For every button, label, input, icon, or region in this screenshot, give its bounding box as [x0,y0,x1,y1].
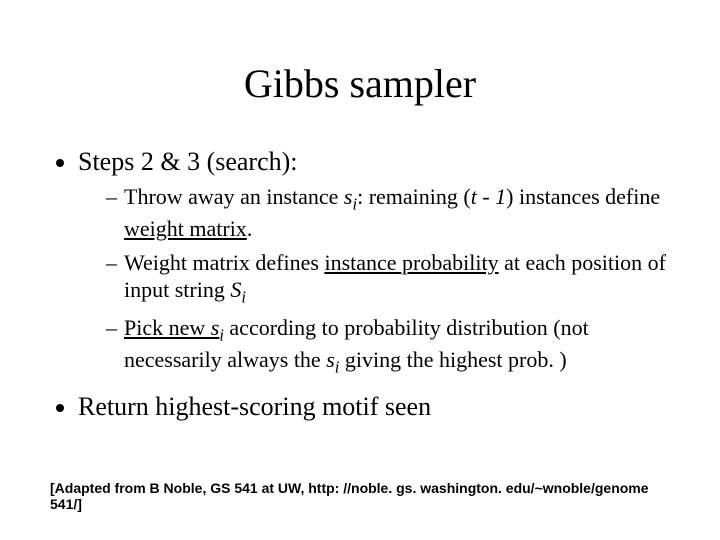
instance-probability: instance probability [324,250,498,275]
slide: Gibbs sampler Steps 2 & 3 (search): Thro… [0,0,720,540]
text: Pick new [124,315,211,340]
bullet-return-text: Return highest-scoring motif seen [78,392,431,421]
sub-bullet-list: Throw away an instance si: remaining (t … [78,183,670,378]
text: . [247,216,253,241]
text: ) instances define [506,184,660,209]
text: : remaining ( [357,184,471,209]
sub-bullet-weight: Weight matrix defines instance probabili… [106,249,670,309]
bullet-list: Steps 2 & 3 (search): Throw away an inst… [50,147,670,422]
sub-bullet-throw: Throw away an instance si: remaining (t … [106,183,670,243]
text: Weight matrix defines [124,250,324,275]
text: Throw away an instance [124,184,344,209]
sub-bullet-pick: Pick new si according to probability dis… [106,314,670,378]
var-big-s: S [230,277,241,302]
var-big-s-sub: i [241,287,246,306]
bullet-return: Return highest-scoring motif seen [78,392,670,422]
bullet-steps: Steps 2 & 3 (search): Throw away an inst… [78,147,670,378]
text: - [477,184,495,209]
text: giving the highest prob. ) [339,347,566,372]
slide-title: Gibbs sampler [50,60,670,107]
bullet-steps-text: Steps 2 & 3 (search): [78,147,298,176]
var-s3: s [326,347,335,372]
footer-citation: [Adapted from B Noble, GS 541 at UW, htt… [50,480,670,512]
weight-matrix: weight matrix [124,216,247,241]
num-1: 1 [495,184,506,209]
